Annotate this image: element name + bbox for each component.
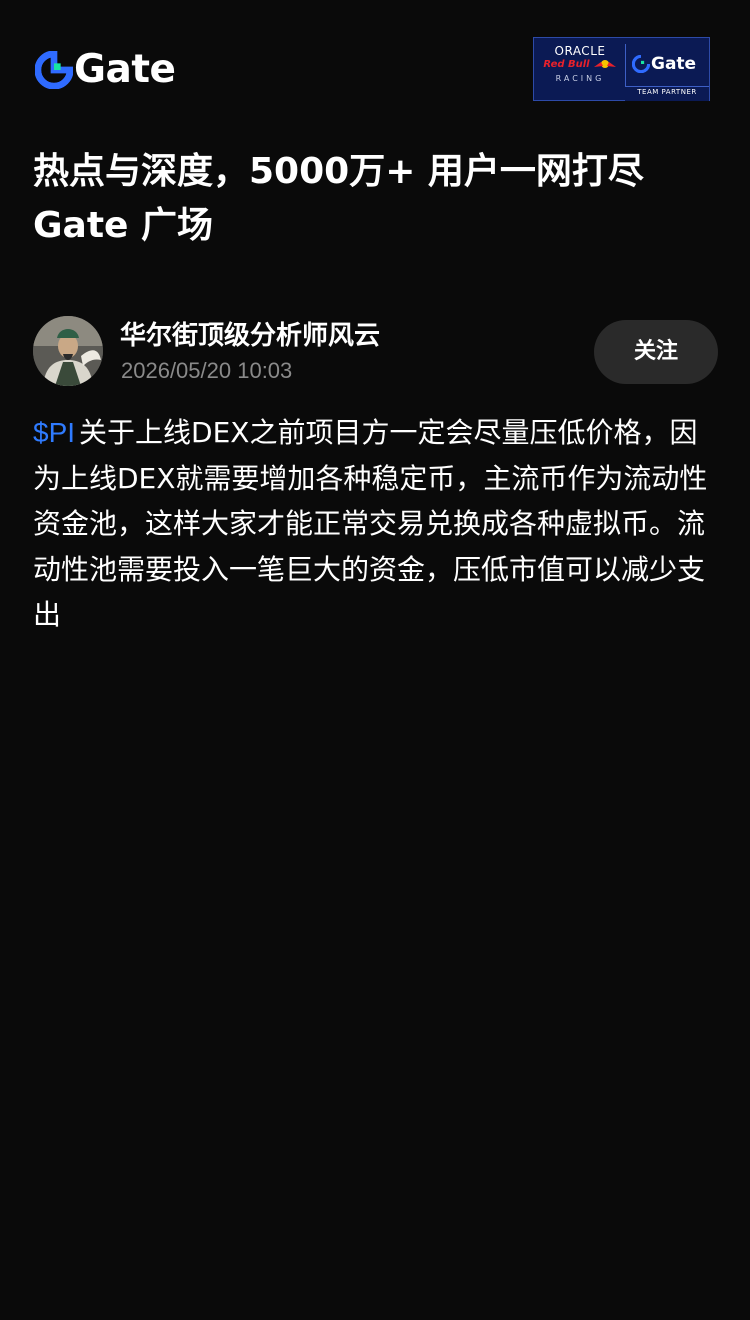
gate-logo[interactable]: Gate bbox=[35, 47, 176, 92]
gate-logo-icon bbox=[35, 51, 73, 89]
author-row: 华尔街顶级分析师风云 2026/05/20 10:03 关注 bbox=[33, 316, 723, 388]
author-name[interactable]: 华尔街顶级分析师风云 bbox=[120, 318, 380, 354]
partner-gate-logo: Gate bbox=[632, 52, 696, 76]
follow-button[interactable]: 关注 bbox=[594, 320, 718, 384]
top-header: Gate ORACLE Red Bull RACING Gate TEAM PA… bbox=[0, 0, 750, 130]
redbull-wordmark: Red Bull bbox=[540, 58, 620, 70]
oracle-wordmark: ORACLE bbox=[554, 44, 606, 58]
team-partner-badge: ORACLE Red Bull RACING Gate TEAM PARTNER bbox=[533, 37, 710, 101]
avatar[interactable] bbox=[33, 316, 103, 386]
avatar-portrait-icon bbox=[33, 316, 103, 386]
post-content: $PI 关于上线DEX之前项目方一定会尽量压低价格，因为上线DEX就需要增加各种稳… bbox=[33, 410, 723, 638]
team-partner-caption: TEAM PARTNER bbox=[637, 88, 697, 96]
partner-gate-icon bbox=[632, 55, 650, 73]
partner-divider bbox=[625, 44, 626, 86]
redbull-bulls-icon bbox=[593, 60, 616, 68]
ticker-link[interactable]: $PI bbox=[33, 417, 75, 448]
page-headline: 热点与深度，5000万+ 用户一网打尽 Gate 广场 bbox=[33, 151, 644, 246]
logo-text: Gate bbox=[74, 47, 176, 92]
post-timestamp: 2026/05/20 10:03 bbox=[121, 358, 293, 383]
post-text: 关于上线DEX之前项目方一定会尽量压低价格，因为上线DEX就需要增加各种稳定币，… bbox=[33, 416, 708, 631]
racing-wordmark: RACING bbox=[555, 74, 605, 83]
